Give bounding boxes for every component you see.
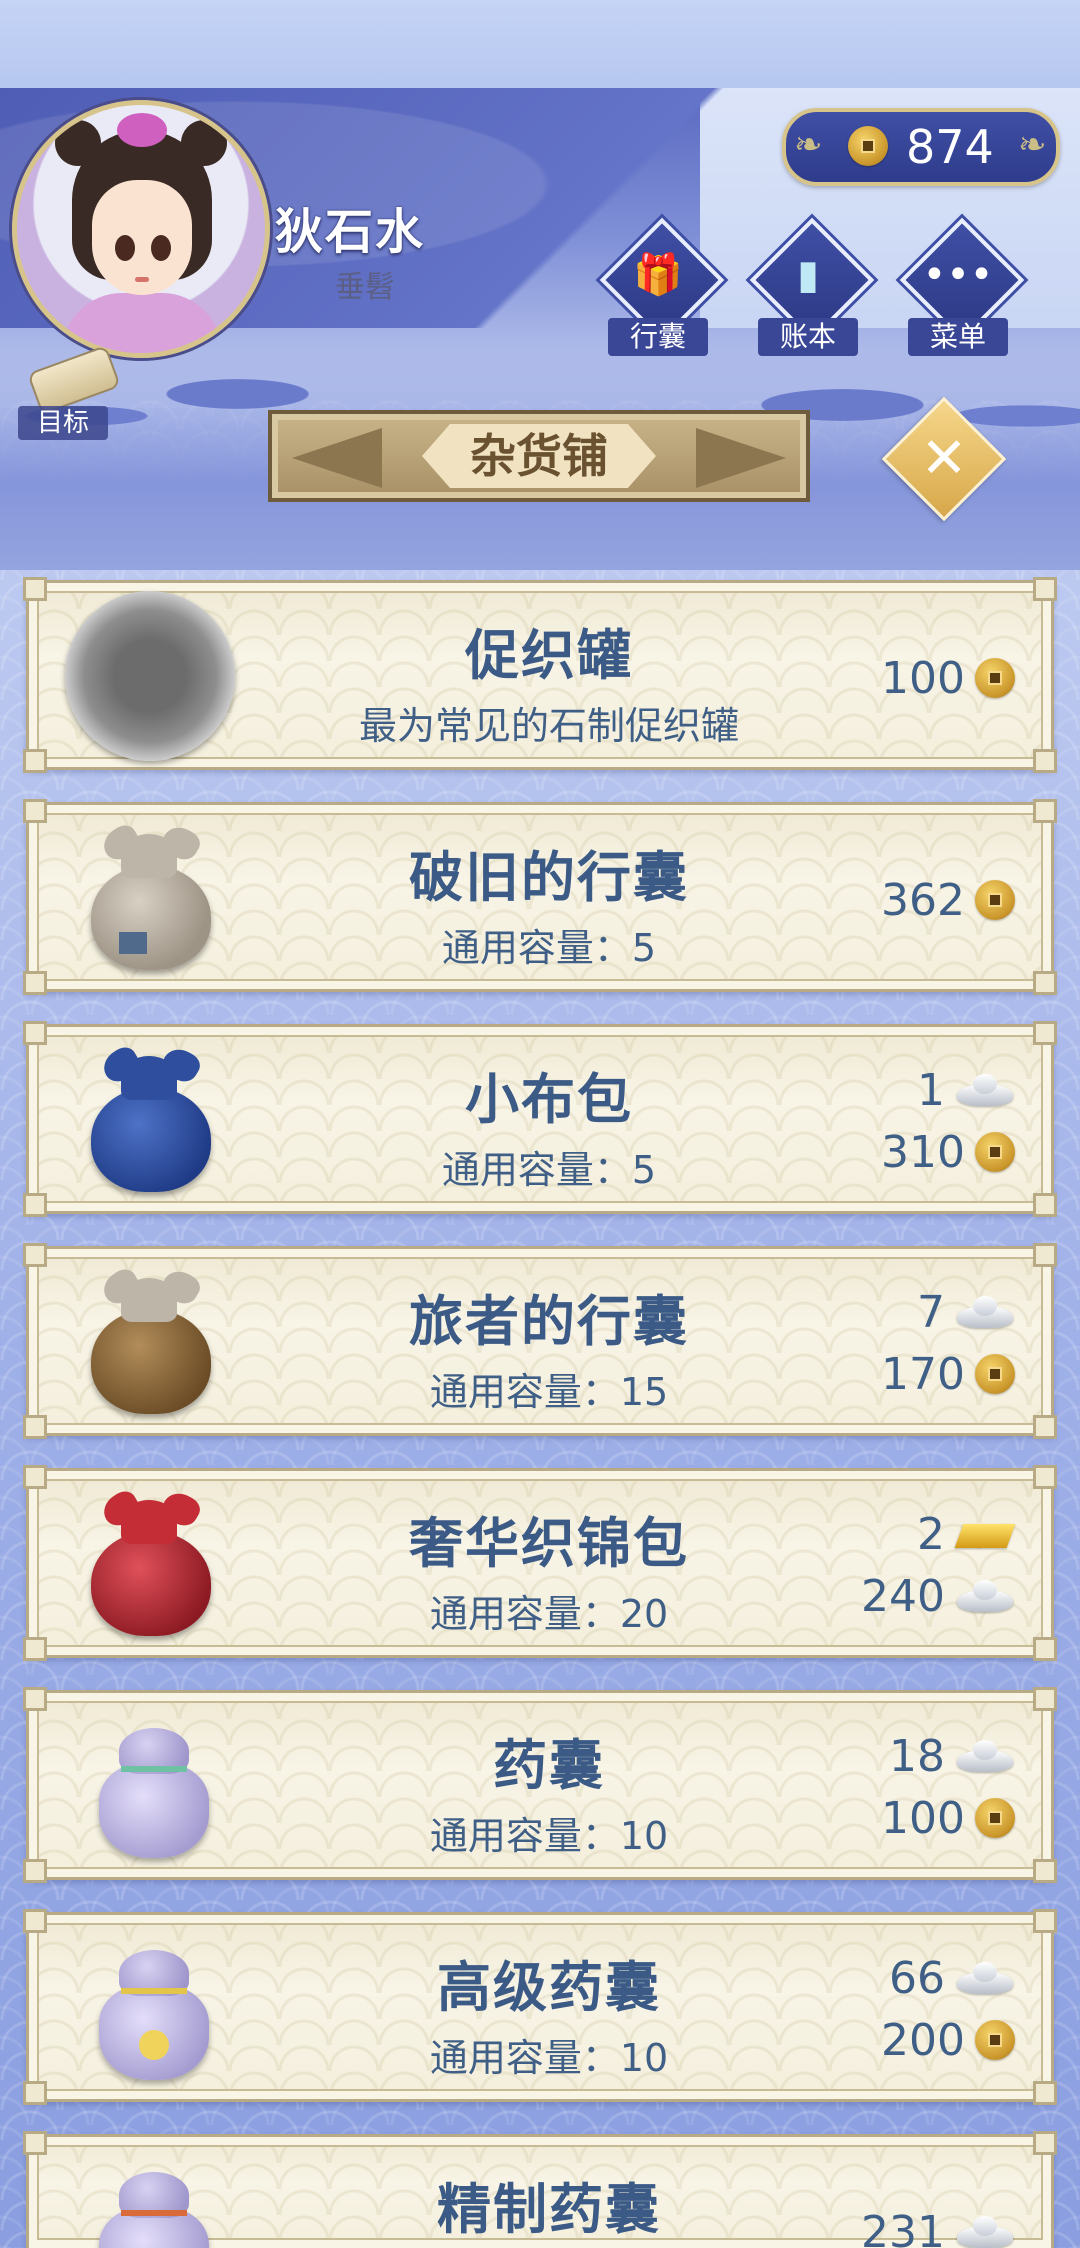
- item-price-coin: 100: [881, 1793, 1015, 1844]
- copper-coin-icon: [975, 1132, 1015, 1172]
- shop-item[interactable]: 促织罐 最为常见的石制促织罐 100: [23, 577, 1057, 773]
- item-name: 药囊: [493, 1734, 605, 1797]
- shop-item[interactable]: 旅者的行囊 通用容量：15 7 170: [23, 1243, 1057, 1439]
- shop-item[interactable]: 奢华织锦包 通用容量：20 2 240: [23, 1465, 1057, 1661]
- medicine-pouch-icon: [69, 1708, 229, 1868]
- scroll-icon: [27, 344, 121, 416]
- item-description: 通用容量：5: [441, 926, 657, 970]
- item-price-coin: 170: [881, 1349, 1015, 1400]
- item-description: 通用容量：5: [441, 1148, 657, 1192]
- copper-coin-icon: [975, 1354, 1015, 1394]
- cloth-bundle-icon: [69, 1042, 229, 1202]
- item-description: 最为常见的石制促织罐: [358, 704, 739, 748]
- item-name: 奢华织锦包: [409, 1512, 689, 1575]
- item-description: 通用容量：15: [429, 1370, 669, 1414]
- item-price-coin: 310: [881, 1127, 1015, 1178]
- item-name: 小布包: [465, 1068, 633, 1131]
- item-price-silver: 1: [917, 1065, 1015, 1116]
- cricket-jar-icon: [65, 591, 235, 761]
- copper-coin-icon: [975, 1798, 1015, 1838]
- coin-counter: ❧ 874 ❧: [782, 108, 1060, 186]
- copper-coin-icon: [975, 658, 1015, 698]
- player-name: 狄石水: [275, 204, 426, 260]
- copper-coin-icon: [848, 126, 888, 166]
- sky-background: [0, 0, 1080, 90]
- item-name: 破旧的行囊: [409, 846, 689, 909]
- bamboo-leaf-icon: ❧: [1018, 125, 1047, 165]
- silver-ingot-icon: [955, 2214, 1015, 2248]
- copper-coin-icon: [975, 2020, 1015, 2060]
- item-price-silver: 7: [917, 1287, 1015, 1338]
- item-price-coin: 200: [881, 2015, 1015, 2066]
- ledger-button[interactable]: ▮ 账本: [749, 217, 875, 358]
- coin-amount: 874: [906, 120, 994, 174]
- silver-ingot-icon: [955, 1738, 1015, 1774]
- close-icon: ✕: [920, 426, 968, 491]
- shop-title: 杂货铺: [470, 429, 608, 483]
- brocade-bundle-icon: [69, 1486, 229, 1646]
- item-price-silver: 66: [889, 1953, 1015, 2004]
- gold-bar-icon: [955, 1516, 1015, 1552]
- silver-ingot-icon: [955, 1960, 1015, 1996]
- player-title: 垂髫: [335, 270, 395, 305]
- item-name: 促织罐: [465, 624, 633, 687]
- more-icon: •••: [922, 252, 994, 298]
- item-price: 362: [881, 875, 1015, 926]
- bag-icon: 🎁: [633, 252, 683, 298]
- silver-ingot-icon: [955, 1578, 1015, 1614]
- item-price-silver: 231: [861, 2207, 1015, 2248]
- silver-ingot-icon: [955, 1294, 1015, 1330]
- shop-item[interactable]: 药囊 通用容量：10 18 100: [23, 1687, 1057, 1883]
- refined-medicine-pouch-icon: [69, 2152, 229, 2248]
- item-price-silver: 18: [889, 1731, 1015, 1782]
- advanced-medicine-pouch-icon: [69, 1930, 229, 2090]
- worn-bundle-icon: [69, 820, 229, 980]
- traveler-bundle-icon: [69, 1264, 229, 1424]
- bamboo-leaf-icon: ❧: [794, 125, 823, 165]
- silver-ingot-icon: [955, 1072, 1015, 1108]
- ledger-icon: ▮: [796, 252, 819, 298]
- shop-item[interactable]: 小布包 通用容量：5 1 310: [23, 1021, 1057, 1217]
- item-name: 高级药囊: [437, 1956, 661, 2019]
- item-description: 通用容量：10: [429, 1814, 669, 1858]
- shop-item[interactable]: 破旧的行囊 通用容量：5 362: [23, 799, 1057, 995]
- item-price-silver: 240: [861, 1571, 1015, 1622]
- item-description: 通用容量：20: [429, 1592, 669, 1636]
- item-price-gold: 2: [917, 1509, 1015, 1560]
- shop-item[interactable]: 高级药囊 通用容量：10 66 200: [23, 1909, 1057, 2105]
- item-name: 精制药囊: [437, 2178, 661, 2241]
- menu-button[interactable]: ••• 菜单: [899, 217, 1025, 358]
- copper-coin-icon: [975, 880, 1015, 920]
- item-name: 旅者的行囊: [409, 1290, 689, 1353]
- shop-item[interactable]: 精制药囊 231: [23, 2131, 1057, 2248]
- shop-title-banner: 杂货铺: [268, 410, 810, 502]
- bag-button[interactable]: 🎁 行囊: [599, 217, 725, 358]
- item-price: 100: [881, 653, 1015, 704]
- item-description: 通用容量：10: [429, 2036, 669, 2080]
- goal-button[interactable]: 目标: [14, 344, 124, 440]
- player-avatar[interactable]: [12, 100, 270, 358]
